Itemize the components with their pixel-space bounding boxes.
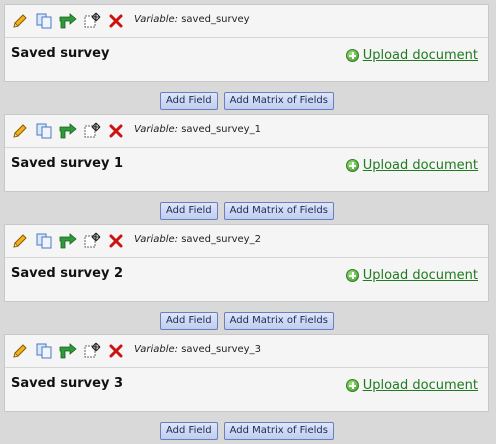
field-toolbar: Variable: saved_survey_1 <box>5 115 488 148</box>
add-circle-icon <box>345 159 359 172</box>
upload-document-link[interactable]: Upload document <box>345 158 478 173</box>
branch-arrow-icon[interactable] <box>59 122 77 140</box>
field-label: Saved survey <box>11 46 110 61</box>
delete-icon[interactable] <box>107 12 125 30</box>
add-matrix-button[interactable]: Add Matrix of Fields <box>223 92 334 110</box>
move-icon[interactable] <box>83 342 101 360</box>
pencil-icon[interactable] <box>11 342 29 360</box>
variable-name-line: Variable: saved_survey_2 <box>134 234 261 245</box>
field-block: Variable: saved_survey Saved survey Uplo… <box>0 4 496 114</box>
variable-label: Variable: <box>134 124 178 135</box>
field-card: Variable: saved_survey Saved survey Uplo… <box>4 4 489 82</box>
variable-name: saved_survey_1 <box>181 124 261 135</box>
variable-name-line: Variable: saved_survey_1 <box>134 124 261 135</box>
delete-icon[interactable] <box>107 342 125 360</box>
field-card: Variable: saved_survey_2 Saved survey 2 … <box>4 224 489 302</box>
pencil-icon[interactable] <box>11 122 29 140</box>
variable-name: saved_survey <box>181 14 250 25</box>
add-field-button[interactable]: Add Field <box>160 92 218 110</box>
pencil-icon[interactable] <box>11 12 29 30</box>
field-toolbar: Variable: saved_survey_2 <box>5 225 488 258</box>
move-icon[interactable] <box>83 232 101 250</box>
branch-arrow-icon[interactable] <box>59 342 77 360</box>
add-circle-icon <box>345 49 359 62</box>
add-matrix-button[interactable]: Add Matrix of Fields <box>223 202 334 220</box>
variable-label: Variable: <box>134 14 178 25</box>
variable-name-line: Variable: saved_survey <box>134 14 250 25</box>
variable-label: Variable: <box>134 344 178 355</box>
move-icon[interactable] <box>83 122 101 140</box>
instrument-editor: Variable: saved_survey Saved survey Uplo… <box>0 0 496 442</box>
delete-icon[interactable] <box>107 122 125 140</box>
add-field-button[interactable]: Add Field <box>160 202 218 220</box>
delete-icon[interactable] <box>107 232 125 250</box>
variable-name: saved_survey_2 <box>181 234 261 245</box>
field-label: Saved survey 2 <box>11 266 123 281</box>
field-card: Variable: saved_survey_3 Saved survey 3 … <box>4 334 489 412</box>
copy-icon[interactable] <box>35 232 53 250</box>
variable-label: Variable: <box>134 234 178 245</box>
branch-arrow-icon[interactable] <box>59 232 77 250</box>
move-icon[interactable] <box>83 12 101 30</box>
upload-document-label: Upload document <box>362 48 478 63</box>
field-card: Variable: saved_survey_1 Saved survey 1 … <box>4 114 489 192</box>
copy-icon[interactable] <box>35 12 53 30</box>
branch-arrow-icon[interactable] <box>59 12 77 30</box>
upload-document-link[interactable]: Upload document <box>345 268 478 283</box>
add-matrix-button[interactable]: Add Matrix of Fields <box>223 422 334 440</box>
field-block: Variable: saved_survey_1 Saved survey 1 … <box>0 114 496 224</box>
upload-document-link[interactable]: Upload document <box>345 48 478 63</box>
add-field-button[interactable]: Add Field <box>160 422 218 440</box>
field-label: Saved survey 1 <box>11 156 123 171</box>
add-circle-icon <box>345 379 359 392</box>
add-field-button[interactable]: Add Field <box>160 312 218 330</box>
field-label: Saved survey 3 <box>11 376 123 391</box>
upload-document-link[interactable]: Upload document <box>345 378 478 393</box>
add-circle-icon <box>345 269 359 282</box>
variable-name-line: Variable: saved_survey_3 <box>134 344 261 355</box>
add-matrix-button[interactable]: Add Matrix of Fields <box>223 312 334 330</box>
field-block: Variable: saved_survey_2 Saved survey 2 … <box>0 224 496 334</box>
copy-icon[interactable] <box>35 122 53 140</box>
variable-name: saved_survey_3 <box>181 344 261 355</box>
field-toolbar: Variable: saved_survey_3 <box>5 335 488 368</box>
upload-document-label: Upload document <box>362 268 478 283</box>
pencil-icon[interactable] <box>11 232 29 250</box>
upload-document-label: Upload document <box>362 378 478 393</box>
field-toolbar: Variable: saved_survey <box>5 5 488 38</box>
copy-icon[interactable] <box>35 342 53 360</box>
field-block: Variable: saved_survey_3 Saved survey 3 … <box>0 334 496 444</box>
upload-document-label: Upload document <box>362 158 478 173</box>
